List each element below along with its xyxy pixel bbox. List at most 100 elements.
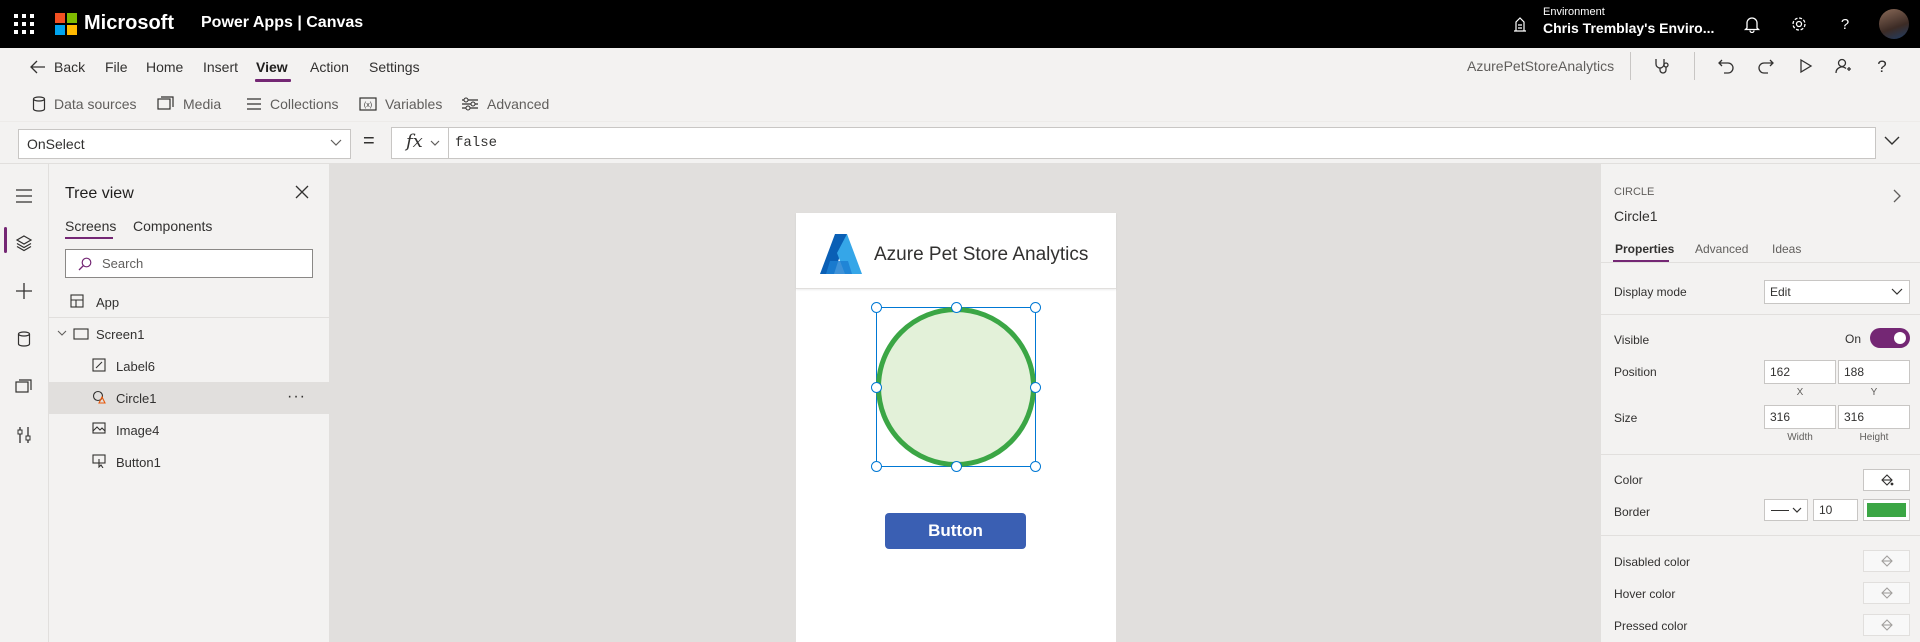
x-caption: X [1796,387,1804,398]
tab-components[interactable]: Components [133,218,212,234]
user-avatar[interactable] [1879,9,1909,39]
paint-bucket-icon [1880,619,1893,631]
app-launcher-icon[interactable] [12,12,36,36]
menu-home[interactable]: Home [146,59,183,75]
resize-handle[interactable] [1030,382,1041,393]
tree-item-circle1[interactable]: Circle1 ··· [49,382,330,414]
back-button[interactable]: Back [30,59,85,75]
display-mode-dropdown[interactable]: Edit [1764,280,1910,304]
height-input[interactable]: 316 [1838,405,1910,429]
color-picker-button[interactable] [1863,469,1910,491]
notifications-icon[interactable] [1740,12,1764,36]
tree-item-button1[interactable]: Button1 [49,446,330,478]
control-name[interactable]: Circle1 [1614,208,1658,224]
border-width-input[interactable]: 10 [1813,499,1858,521]
resize-handle[interactable] [871,382,882,393]
label-edit-icon [92,358,106,372]
tree-item-image4[interactable]: Image4 [49,414,330,446]
media-button[interactable]: Media [157,96,221,112]
circle-shape[interactable] [876,307,1036,467]
variables-button[interactable]: (x) Variables [359,96,442,112]
data-sources-button[interactable]: Data sources [32,96,136,112]
pressed-color-button[interactable] [1863,614,1910,636]
border-style-dropdown[interactable] [1764,499,1808,521]
tree-view-layers-icon[interactable] [12,231,36,255]
brand-name[interactable]: Microsoft [84,12,174,35]
display-mode-value: Edit [1770,285,1791,299]
search-placeholder: Search [102,256,144,271]
tree-item-screen1[interactable]: Screen1 [49,318,330,350]
data-database-icon[interactable] [12,327,36,351]
screen-icon [73,328,89,340]
app-name[interactable]: AzurePetStoreAnalytics [1467,58,1614,74]
tab-advanced[interactable]: Advanced [1695,242,1748,256]
menu-view[interactable]: View [256,59,288,75]
environment-label[interactable]: Environment [1543,6,1605,18]
menu-settings[interactable]: Settings [369,59,420,75]
app-checker-stethoscope-icon[interactable] [1649,54,1673,78]
divider [1630,52,1631,80]
tree-item-label: Screen1 [96,327,145,342]
circle-selection[interactable] [871,302,1041,472]
resize-handle[interactable] [951,461,962,472]
tree-item-label6[interactable]: Label6 [49,350,330,382]
border-label: Border [1614,505,1651,519]
disabled-color-button[interactable] [1863,550,1910,572]
preview-play-icon[interactable] [1793,54,1817,78]
chevron-right-icon[interactable] [1892,188,1902,204]
property-dropdown[interactable]: OnSelect [18,129,351,159]
close-icon[interactable] [295,185,309,199]
microsoft-logo-icon [55,13,77,35]
divider [1601,314,1920,315]
function-button[interactable]: fx [391,127,449,159]
advanced-label: Advanced [487,96,550,112]
help-icon[interactable]: ? [1833,12,1857,36]
tree-view-title: Tree view [65,185,134,202]
resize-handle[interactable] [1030,302,1041,313]
collections-button[interactable]: Collections [246,96,338,112]
app-button[interactable]: Button [885,513,1026,549]
resize-handle[interactable] [1030,461,1041,472]
media-icon[interactable] [12,375,36,399]
expand-formula-chevron-icon[interactable] [1884,136,1900,146]
menu-insert[interactable]: Insert [203,59,238,75]
divider [1601,535,1920,536]
resize-handle[interactable] [951,302,962,313]
position-y-input[interactable]: 188 [1838,360,1910,384]
border-color-button[interactable] [1863,499,1910,521]
redo-icon[interactable] [1754,54,1778,78]
search-icon [78,257,92,271]
app-title[interactable]: Azure Pet Store Analytics [874,244,1088,266]
menu-file[interactable]: File [105,59,128,75]
share-user-icon[interactable] [1831,54,1855,78]
resize-handle[interactable] [871,461,882,472]
tab-screens[interactable]: Screens [65,218,116,234]
tab-ideas[interactable]: Ideas [1772,242,1801,256]
environment-name[interactable]: Chris Tremblay's Enviro... [1543,20,1714,36]
tree-item-app[interactable]: App [49,286,330,318]
tab-properties[interactable]: Properties [1615,242,1674,256]
insert-plus-icon[interactable] [12,279,36,303]
undo-icon[interactable] [1714,54,1738,78]
menu-action[interactable]: Action [310,59,349,75]
settings-gear-icon[interactable] [1787,12,1811,36]
divider [1694,52,1695,80]
position-label: Position [1614,365,1657,379]
visible-toggle[interactable] [1870,328,1910,348]
hamburger-menu-icon[interactable] [12,184,36,208]
width-input[interactable]: 316 [1764,405,1836,429]
environment-icon[interactable] [1510,14,1530,34]
advanced-tools-icon[interactable] [12,423,36,447]
collections-label: Collections [270,96,339,112]
tree-item-label: Button1 [116,455,161,470]
tree-search-input[interactable]: Search [65,249,313,278]
hover-color-button[interactable] [1863,582,1910,604]
more-options-icon[interactable]: ··· [287,388,306,406]
formula-input[interactable]: false [448,127,1876,159]
help-icon[interactable]: ? [1870,54,1894,78]
product-name[interactable]: Power Apps | Canvas [201,14,363,32]
advanced-button[interactable]: Advanced [461,96,549,112]
fx-icon: fx [406,131,423,152]
position-x-input[interactable]: 162 [1764,360,1836,384]
resize-handle[interactable] [871,302,882,313]
